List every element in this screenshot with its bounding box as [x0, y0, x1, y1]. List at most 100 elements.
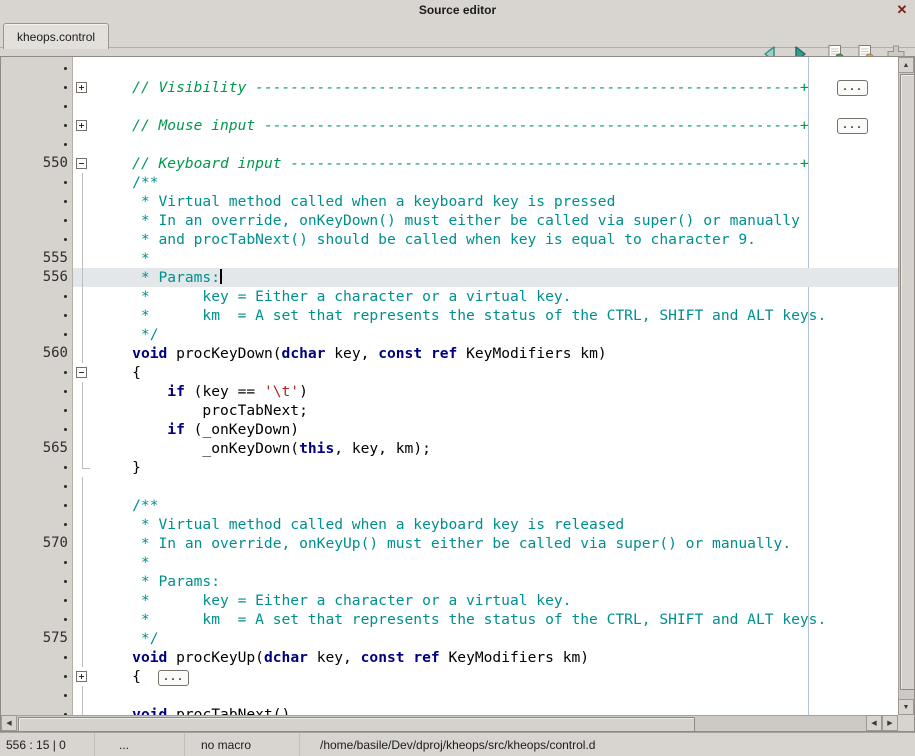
code-line[interactable]: {	[1, 363, 898, 382]
code-text[interactable]: void procKeyDown(dchar key, const ref Ke…	[94, 344, 898, 363]
code-line[interactable]: }	[1, 458, 898, 477]
code-line[interactable]: // Visibility --------------------------…	[1, 78, 898, 97]
code-text[interactable]: * Params:	[94, 572, 898, 591]
code-text[interactable]: * and procTabNext() should be called whe…	[94, 230, 898, 249]
code-text[interactable]: // Keyboard input ----------------------…	[94, 154, 898, 173]
horizontal-scrollbar[interactable]: ◀ ◀ ▶	[1, 715, 898, 731]
code-text[interactable]	[94, 477, 898, 496]
code-text[interactable]: procTabNext;	[94, 401, 898, 420]
code-text[interactable]: *	[94, 553, 898, 572]
code-text[interactable]	[94, 135, 898, 154]
code-line[interactable]: 550 // Keyboard input ------------------…	[1, 154, 898, 173]
code-text[interactable]: * km = A set that represents the status …	[94, 306, 898, 325]
code-text[interactable]: * Virtual method called when a keyboard …	[94, 192, 898, 211]
code-text[interactable]: /**	[94, 496, 898, 515]
code-text[interactable]: * Params:	[94, 268, 898, 287]
code-text[interactable]: * key = Either a character or a virtual …	[94, 287, 898, 306]
code-line[interactable]	[1, 135, 898, 154]
line-dot	[64, 333, 67, 336]
folded-block-icon[interactable]: ...	[158, 670, 189, 686]
code-line[interactable]	[1, 477, 898, 496]
code-line[interactable]: /**	[1, 496, 898, 515]
code-line[interactable]: * key = Either a character or a virtual …	[1, 591, 898, 610]
code-text[interactable]: * In an override, onKeyDown() must eithe…	[94, 211, 898, 230]
code-line[interactable]: 556 * Params:	[1, 268, 898, 287]
code-line[interactable]: 555 *	[1, 249, 898, 268]
code-text[interactable]: {...	[94, 667, 898, 686]
code-text[interactable]: *	[94, 249, 898, 268]
code-text[interactable]: }	[94, 458, 898, 477]
code-text[interactable]	[94, 686, 898, 705]
code-text[interactable]	[94, 97, 898, 116]
code-line[interactable]: * Virtual method called when a keyboard …	[1, 192, 898, 211]
code-line[interactable]	[1, 97, 898, 116]
fold-open-icon[interactable]	[76, 158, 87, 169]
code-text[interactable]: */	[94, 325, 898, 344]
close-icon[interactable]: ✕	[894, 2, 910, 18]
vertical-scrollbar[interactable]: ▲ ▼	[898, 57, 914, 715]
fold-closed-icon[interactable]	[76, 671, 87, 682]
code-text[interactable]: * km = A set that represents the status …	[94, 610, 898, 629]
code-text[interactable]: */	[94, 629, 898, 648]
code-line[interactable]	[1, 59, 898, 78]
code-text[interactable]: * In an override, onKeyUp() must either …	[94, 534, 898, 553]
fold-gutter-cell	[73, 610, 94, 629]
code-line[interactable]: * In an override, onKeyDown() must eithe…	[1, 211, 898, 230]
scroll-up-button[interactable]: ▲	[898, 57, 914, 73]
editor-body[interactable]: // Visibility --------------------------…	[1, 57, 898, 715]
code-line[interactable]: *	[1, 553, 898, 572]
code-text[interactable]: /**	[94, 173, 898, 192]
code-line[interactable]: * Params:	[1, 572, 898, 591]
code-text[interactable]: * Virtual method called when a keyboard …	[94, 515, 898, 534]
scroll-right-button[interactable]: ▶	[882, 715, 898, 731]
code-token: _onKeyDown(	[97, 440, 299, 457]
code-line[interactable]: void procTabNext()	[1, 705, 898, 715]
code-line[interactable]: * key = Either a character or a virtual …	[1, 287, 898, 306]
fold-open-icon[interactable]	[76, 367, 87, 378]
code-line[interactable]: {...	[1, 667, 898, 686]
code-text[interactable]: if (_onKeyDown)	[94, 420, 898, 439]
code-line[interactable]: 565 _onKeyDown(this, key, km);	[1, 439, 898, 458]
fold-gutter-cell	[73, 363, 94, 382]
code-line[interactable]: 570 * In an override, onKeyUp() must eit…	[1, 534, 898, 553]
code-line[interactable]: void procKeyUp(dchar key, const ref KeyM…	[1, 648, 898, 667]
code-line[interactable]: 575 */	[1, 629, 898, 648]
line-number-cell: 565	[1, 439, 73, 458]
scroll-left-button-right-end[interactable]: ◀	[866, 715, 882, 731]
code-line[interactable]: 560 void procKeyDown(dchar key, const re…	[1, 344, 898, 363]
scroll-down-button[interactable]: ▼	[898, 699, 914, 715]
code-text[interactable]: {	[94, 363, 898, 382]
fold-gutter-cell	[73, 534, 94, 553]
code-line[interactable]: * and procTabNext() should be called whe…	[1, 230, 898, 249]
code-text[interactable]: void procKeyUp(dchar key, const ref KeyM…	[94, 648, 898, 667]
code-line[interactable]: * Virtual method called when a keyboard …	[1, 515, 898, 534]
line-dot	[64, 295, 67, 298]
code-line[interactable]: * km = A set that represents the status …	[1, 306, 898, 325]
code-line[interactable]: * km = A set that represents the status …	[1, 610, 898, 629]
fold-closed-icon[interactable]	[76, 120, 87, 131]
folded-block-icon[interactable]: ...	[837, 118, 868, 134]
code-token: // Mouse input -------------------------…	[132, 117, 809, 134]
code-line[interactable]: */	[1, 325, 898, 344]
code-line[interactable]: if (key == '\t')	[1, 382, 898, 401]
code-line[interactable]	[1, 686, 898, 705]
code-text[interactable]	[94, 59, 898, 78]
tab-kheops-control[interactable]: kheops.control	[3, 23, 109, 49]
code-line[interactable]: if (_onKeyDown)	[1, 420, 898, 439]
horizontal-scroll-thumb[interactable]	[18, 717, 695, 732]
fold-gutter-cell	[73, 135, 94, 154]
code-line[interactable]: // Mouse input -------------------------…	[1, 116, 898, 135]
code-line[interactable]: procTabNext;	[1, 401, 898, 420]
code-text[interactable]: // Mouse input -------------------------…	[94, 116, 898, 135]
code-text[interactable]: void procTabNext()	[94, 705, 898, 715]
vertical-scroll-thumb[interactable]	[900, 74, 915, 690]
fold-closed-icon[interactable]	[76, 82, 87, 93]
code-text[interactable]: // Visibility --------------------------…	[94, 78, 898, 97]
code-text[interactable]: if (key == '\t')	[94, 382, 898, 401]
folded-block-icon[interactable]: ...	[837, 80, 868, 96]
code-token: }	[97, 459, 141, 476]
code-text[interactable]: _onKeyDown(this, key, km);	[94, 439, 898, 458]
scroll-left-button[interactable]: ◀	[1, 715, 17, 731]
code-text[interactable]: * key = Either a character or a virtual …	[94, 591, 898, 610]
code-line[interactable]: /**	[1, 173, 898, 192]
